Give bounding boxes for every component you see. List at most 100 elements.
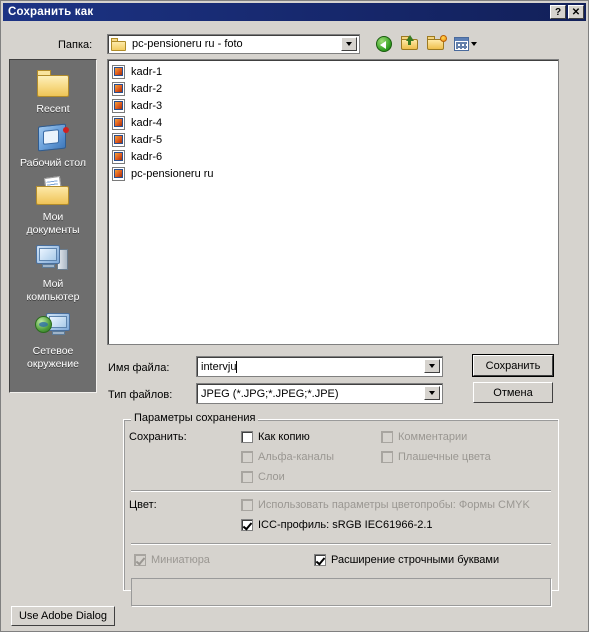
checkbox-label: Плашечные цвета	[398, 451, 491, 463]
file-name-value: intervju	[201, 360, 237, 373]
divider	[131, 490, 551, 492]
checkbox-lowercase-extension[interactable]: Расширение строчными буквами	[314, 554, 499, 566]
checkbox-layers: Слои	[241, 471, 285, 483]
list-item[interactable]: kadr-6	[112, 149, 558, 164]
file-name: kadr-3	[131, 99, 163, 112]
save-options-title: Параметры сохранения	[131, 412, 259, 424]
checkbox-box	[241, 431, 253, 443]
image-file-icon	[112, 149, 126, 164]
checkbox-label: Комментарии	[398, 431, 468, 443]
file-name: kadr-2	[131, 82, 163, 95]
list-item[interactable]: kadr-5	[112, 132, 558, 147]
checkbox-box	[241, 471, 253, 483]
place-network-label-2: окружение	[27, 358, 79, 370]
divider	[131, 543, 551, 545]
file-name: kadr-4	[131, 116, 163, 129]
list-item[interactable]: kadr-3	[112, 98, 558, 113]
checkbox-comments: Комментарии	[381, 431, 467, 443]
checkbox-thumbnail: Миниатюра	[134, 554, 210, 566]
back-icon[interactable]	[374, 33, 396, 54]
folder-icon	[111, 37, 127, 51]
checkbox-box	[241, 499, 253, 511]
place-network-label-1: Сетевое	[32, 345, 74, 357]
checkbox-as-copy[interactable]: Как копию	[241, 431, 310, 443]
chevron-down-icon[interactable]	[341, 37, 357, 51]
folder-combobox[interactable]: pc-pensioneru ru - foto	[107, 34, 360, 54]
window-title: Сохранить как	[8, 6, 94, 18]
place-desktop-label: Рабочий стол	[20, 157, 86, 169]
file-list[interactable]: kadr-1 kadr-2 kadr-3 kadr-4 kadr-5 kadr-…	[107, 59, 559, 345]
image-file-icon	[112, 132, 126, 147]
list-item[interactable]: kadr-1	[112, 64, 558, 79]
checkbox-box	[241, 451, 253, 463]
navigation-toolbar	[374, 33, 480, 54]
place-my-computer[interactable]: Мой компьютер	[11, 241, 95, 303]
place-desktop[interactable]: Рабочий стол	[11, 120, 95, 169]
checkbox-box	[241, 519, 253, 531]
current-folder-text: pc-pensioneru ru - foto	[132, 38, 243, 50]
checkbox-icc-profile[interactable]: ICC-профиль: sRGB IEC61966-2.1	[241, 519, 433, 531]
file-type-combobox[interactable]: JPEG (*.JPG;*.JPEG;*.JPE)	[196, 383, 443, 404]
up-one-level-icon[interactable]	[400, 33, 422, 54]
checkbox-label: Расширение строчными буквами	[331, 554, 500, 566]
file-name: kadr-6	[131, 150, 163, 163]
recent-folder-icon	[33, 66, 73, 102]
checkbox-box	[381, 451, 393, 463]
place-recent-label: Recent	[36, 103, 70, 115]
place-network[interactable]: Сетевое окружение	[11, 308, 95, 370]
list-item[interactable]: kadr-2	[112, 81, 558, 96]
close-icon[interactable]: ✕	[568, 5, 584, 19]
checkbox-use-proof-setup: Использовать параметры цветопробы: Формы…	[241, 499, 530, 511]
image-file-icon	[112, 166, 126, 181]
chevron-down-icon[interactable]	[424, 386, 440, 400]
new-folder-icon[interactable]	[426, 33, 448, 54]
image-file-icon	[112, 115, 126, 130]
list-item[interactable]: kadr-4	[112, 115, 558, 130]
place-recent[interactable]: Recent	[11, 66, 95, 115]
checkbox-box	[134, 554, 146, 566]
checkbox-label: ICC-профиль: sRGB IEC61966-2.1	[258, 519, 433, 531]
place-my-computer-label-1: Мой	[42, 278, 64, 290]
checkbox-alpha-channels: Альфа-каналы	[241, 451, 334, 463]
image-file-icon	[112, 64, 126, 79]
look-in-label: Папка:	[58, 39, 93, 51]
place-my-computer-label-2: компьютер	[26, 291, 80, 303]
use-adobe-dialog-button[interactable]: Use Adobe Dialog	[11, 606, 115, 626]
my-documents-icon	[33, 174, 73, 210]
image-file-icon	[112, 81, 126, 96]
save-section-label: Сохранить:	[129, 431, 187, 443]
network-places-icon	[33, 308, 73, 344]
image-file-icon	[112, 98, 126, 113]
file-name: pc-pensioneru ru	[131, 167, 214, 180]
title-bar-buttons: ? ✕	[550, 5, 584, 19]
file-name-label: Имя файла:	[108, 362, 170, 374]
file-type-label: Тип файлов:	[108, 389, 173, 401]
my-computer-icon	[33, 241, 73, 277]
desktop-icon	[33, 120, 73, 156]
place-my-documents-label-1: Мои	[42, 211, 64, 223]
text-caret	[236, 360, 238, 373]
places-bar: Recent Рабочий стол Мои документы Мой ко…	[9, 59, 97, 393]
file-name: kadr-1	[131, 65, 163, 78]
checkbox-box	[381, 431, 393, 443]
title-bar: Сохранить как ? ✕	[3, 3, 586, 21]
checkbox-box	[314, 554, 326, 566]
views-icon[interactable]	[452, 33, 480, 54]
place-my-documents[interactable]: Мои документы	[11, 174, 95, 236]
file-name-input[interactable]: intervju	[196, 356, 443, 377]
checkbox-label: Слои	[258, 471, 285, 483]
cancel-button[interactable]: Отмена	[473, 382, 553, 403]
file-name: kadr-5	[131, 133, 163, 146]
checkbox-label: Миниатюра	[151, 554, 210, 566]
save-button[interactable]: Сохранить	[472, 354, 554, 377]
color-section-label: Цвет:	[129, 499, 157, 511]
file-type-value: JPEG (*.JPG;*.JPEG;*.JPE)	[201, 387, 339, 400]
checkbox-label: Альфа-каналы	[258, 451, 335, 463]
place-my-documents-label-2: документы	[26, 224, 80, 236]
checkbox-spot-colors: Плашечные цвета	[381, 451, 491, 463]
checkbox-label: Использовать параметры цветопробы: Формы…	[258, 499, 530, 511]
checkbox-label: Как копию	[258, 431, 310, 443]
list-item[interactable]: pc-pensioneru ru	[112, 166, 558, 181]
help-button[interactable]: ?	[550, 5, 566, 19]
chevron-down-icon[interactable]	[424, 359, 440, 373]
